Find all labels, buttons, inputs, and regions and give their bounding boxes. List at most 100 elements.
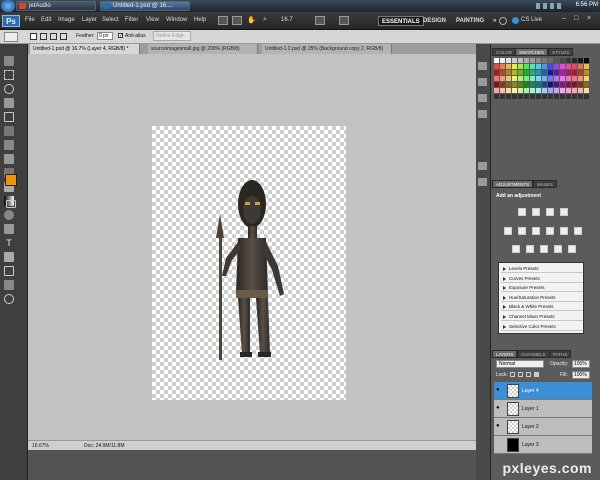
color-swatch[interactable] (494, 76, 499, 81)
color-swatch[interactable] (494, 58, 499, 63)
color-swatch[interactable] (572, 76, 577, 81)
color-swatch[interactable] (560, 70, 565, 75)
color-swatch[interactable] (506, 64, 511, 69)
color-swatch[interactable] (578, 70, 583, 75)
color-swatch[interactable] (560, 88, 565, 93)
color-swatch[interactable] (554, 70, 559, 75)
posterize-icon[interactable] (526, 245, 534, 253)
subtract-selection-icon[interactable] (50, 33, 57, 40)
tab-styles[interactable]: STYLES (548, 48, 574, 56)
layer-row[interactable]: ● Layer 4 (494, 382, 592, 400)
color-swatch[interactable] (506, 88, 511, 93)
intersect-selection-icon[interactable] (60, 33, 67, 40)
preset-item[interactable]: Channel Mixer Presets (501, 313, 583, 321)
exposure-icon[interactable] (560, 208, 568, 216)
color-swatch[interactable] (554, 82, 559, 87)
eyedropper-tool-icon[interactable] (4, 126, 14, 136)
color-swatch[interactable] (518, 76, 523, 81)
menu-layer[interactable]: Layer (82, 17, 97, 23)
add-selection-icon[interactable] (40, 33, 47, 40)
expand-triangle-icon[interactable] (503, 315, 506, 319)
fill-input[interactable]: 100% (572, 371, 590, 379)
refine-edge-button[interactable]: Refine Edge... (153, 31, 191, 41)
lock-position-icon[interactable] (526, 372, 531, 377)
close-button[interactable]: × (587, 15, 591, 22)
color-swatch[interactable] (494, 88, 499, 93)
color-swatch[interactable] (554, 88, 559, 93)
dodge-tool-icon[interactable] (4, 210, 14, 220)
color-swatch[interactable] (512, 70, 517, 75)
taskbar-button-jetaudio[interactable]: jetAudio (16, 1, 96, 11)
color-swatch[interactable] (518, 88, 523, 93)
workspace-painting[interactable]: PAINTING (453, 16, 487, 26)
tab-layers[interactable]: LAYERS (492, 350, 518, 358)
bridge-icon[interactable] (218, 16, 228, 25)
expand-triangle-icon[interactable] (503, 324, 506, 329)
color-swatch[interactable] (560, 82, 565, 87)
tab-adjustments[interactable]: ADJUSTMENTS (492, 180, 534, 188)
color-swatch[interactable] (578, 88, 583, 93)
color-swatch[interactable] (524, 82, 529, 87)
color-swatch[interactable] (542, 94, 547, 99)
color-balance-icon[interactable] (532, 227, 540, 235)
color-swatch[interactable] (506, 94, 511, 99)
color-swatch[interactable] (548, 64, 553, 69)
color-swatch[interactable] (578, 94, 583, 99)
menu-view[interactable]: View (146, 17, 159, 23)
menu-filter[interactable]: Filter (125, 17, 138, 23)
tab-masks[interactable]: MASKS (533, 180, 557, 188)
workspace-essentials[interactable]: ESSENTIALS (378, 16, 424, 26)
hue-saturation-icon[interactable] (518, 227, 526, 235)
color-swatch[interactable] (506, 76, 511, 81)
color-swatch[interactable] (548, 58, 553, 63)
hand-icon[interactable]: ✋ (247, 16, 257, 25)
new-selection-icon[interactable] (30, 33, 37, 40)
visibility-eye-icon[interactable]: ● (496, 405, 502, 411)
color-swatch[interactable] (512, 82, 517, 87)
channel-mixer-icon[interactable] (574, 227, 582, 235)
minimize-button[interactable]: – (562, 15, 566, 22)
hand-tool-icon[interactable] (4, 280, 14, 290)
tab-untitled-1-2[interactable]: Untitled-1.2.psd @ 25% (Background copy … (262, 44, 392, 54)
lock-pixels-icon[interactable] (518, 372, 523, 377)
color-swatch[interactable] (500, 82, 505, 87)
blend-mode-select[interactable]: Normal (496, 360, 544, 368)
color-swatch[interactable] (566, 88, 571, 93)
lasso-tool-icon[interactable] (4, 84, 14, 94)
color-swatch[interactable] (542, 76, 547, 81)
tab-paths[interactable]: PATHS (549, 350, 572, 358)
color-swatch[interactable] (548, 70, 553, 75)
color-swatch[interactable] (506, 70, 511, 75)
color-swatch[interactable] (542, 88, 547, 93)
color-swatch[interactable] (524, 94, 529, 99)
color-swatch[interactable] (566, 76, 571, 81)
color-swatch[interactable] (584, 76, 589, 81)
start-button[interactable] (1, 0, 15, 12)
threshold-icon[interactable] (540, 245, 548, 253)
invert-icon[interactable] (512, 245, 520, 253)
layer-row[interactable]: ● Layer 2 (494, 418, 592, 436)
color-swatch[interactable] (542, 70, 547, 75)
color-swatch[interactable] (566, 58, 571, 63)
color-swatch[interactable] (506, 82, 511, 87)
color-swatch[interactable] (578, 76, 583, 81)
color-swatch[interactable] (548, 76, 553, 81)
color-swatch[interactable] (584, 94, 589, 99)
menu-window[interactable]: Window (166, 17, 187, 23)
color-swatch[interactable] (566, 82, 571, 87)
preset-item[interactable]: Hue/Saturation Presets (501, 294, 583, 302)
foreground-color-swatch[interactable] (5, 174, 17, 186)
color-swatch[interactable] (572, 58, 577, 63)
preset-item[interactable]: Black & White Presets (501, 303, 583, 312)
visibility-eye-icon[interactable] (496, 441, 502, 447)
color-swatch[interactable] (566, 70, 571, 75)
marquee-tool-icon[interactable] (4, 70, 14, 80)
workspace-more[interactable]: » (490, 16, 499, 26)
curves-icon[interactable] (546, 208, 554, 216)
preset-item[interactable]: Curves Presets (501, 275, 583, 283)
color-swatch[interactable] (500, 94, 505, 99)
color-swatch[interactable] (542, 82, 547, 87)
preset-item[interactable]: Levels Presets (501, 265, 583, 273)
vibrance-icon[interactable] (504, 227, 512, 235)
color-swatch[interactable] (536, 82, 541, 87)
